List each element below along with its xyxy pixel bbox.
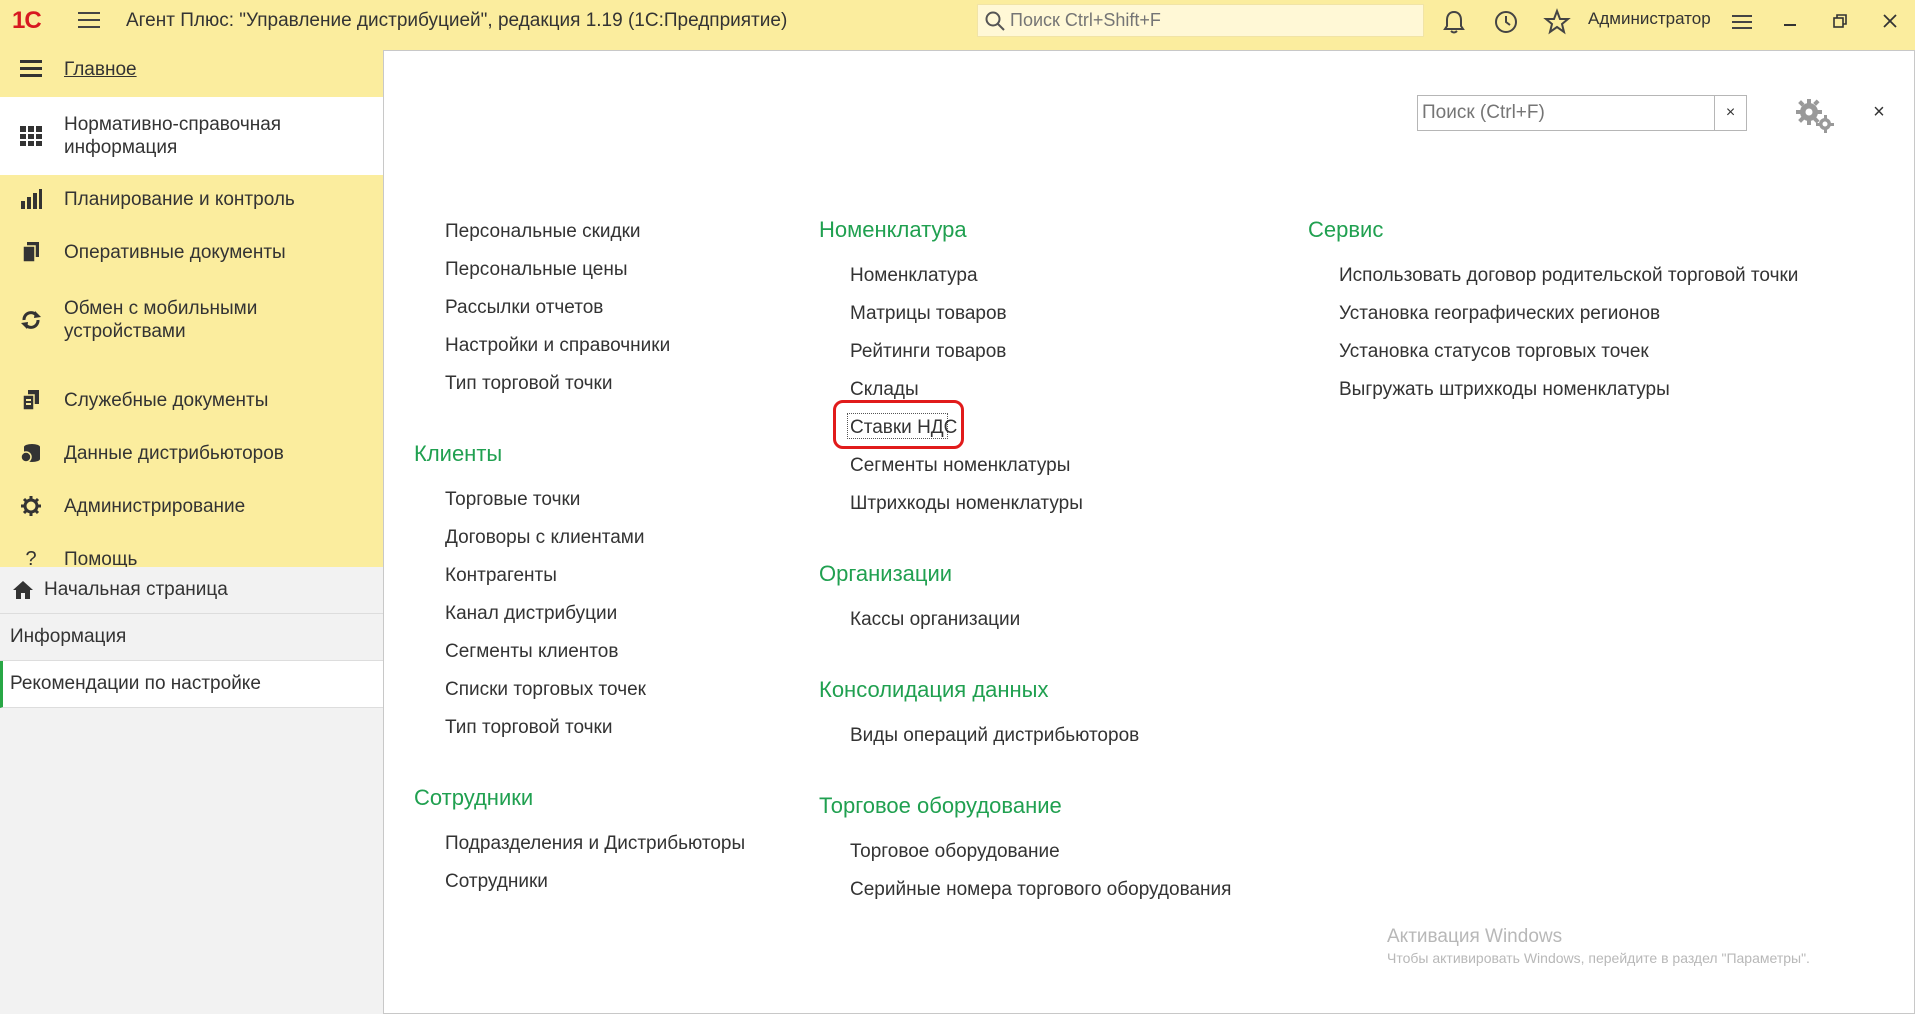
- section-label: Служебные документы: [64, 389, 269, 411]
- group-title-organizations: Организации: [819, 561, 953, 586]
- link-outlet-type[interactable]: Тип торговой точки: [445, 373, 612, 395]
- link-nomenclature[interactable]: Номенклатура: [850, 265, 978, 287]
- section-reference-info[interactable]: Нормативно-справочная информация: [0, 97, 383, 175]
- content-search-field[interactable]: ×: [1417, 95, 1747, 131]
- section-label: Обмен с мобильными устройствами: [64, 298, 258, 342]
- link-export-nomenclature-barcodes[interactable]: Выгружать штрихкоды номенклатуры: [1339, 379, 1670, 401]
- main-menu-icon[interactable]: [78, 12, 100, 30]
- setup-recommendations-link[interactable]: Рекомендации по настройке: [0, 661, 383, 708]
- section-label: Данные дистрибьюторов: [64, 442, 284, 464]
- content-panel: × × Персональные скидки Персональные цен…: [383, 50, 1915, 1014]
- section-administration[interactable]: Администрирование: [0, 485, 383, 527]
- sync-icon: [18, 307, 44, 333]
- link-client-contracts[interactable]: Договоры с клиентами: [445, 527, 644, 549]
- link-set-outlet-statuses[interactable]: Установка статусов торговых точек: [1339, 341, 1649, 363]
- link-nomenclature-segments[interactable]: Сегменты номенклатуры: [850, 455, 1070, 477]
- section-label: Оперативные документы: [64, 241, 286, 263]
- link-client-segments[interactable]: Сегменты клиентов: [445, 641, 618, 663]
- home-icon: [12, 579, 34, 601]
- link-set-geographic-regions[interactable]: Установка географических регионов: [1339, 303, 1660, 325]
- section-service-docs[interactable]: Служебные документы: [0, 379, 383, 421]
- link-counterparties[interactable]: Контрагенты: [445, 565, 557, 587]
- link-outlets[interactable]: Торговые точки: [445, 489, 580, 511]
- star-icon[interactable]: [1543, 8, 1571, 36]
- close-panel-button[interactable]: ×: [1867, 100, 1891, 124]
- content-search-input[interactable]: [1422, 102, 1712, 124]
- chart-icon: [18, 186, 44, 212]
- link-warehouses[interactable]: Склады: [850, 379, 919, 401]
- group-title-trade-equipment: Торговое оборудование: [819, 793, 1062, 818]
- home-page-label: Начальная страница: [44, 579, 228, 600]
- panel-settings-icon[interactable]: [1793, 95, 1837, 135]
- information-label: Информация: [10, 626, 127, 647]
- documents-icon: [18, 239, 44, 265]
- user-name[interactable]: Администратор: [1588, 9, 1711, 29]
- section-planning[interactable]: Планирование и контроль: [0, 178, 383, 220]
- menu-lines-icon: [18, 56, 44, 82]
- link-outlet-lists[interactable]: Списки торговых точек: [445, 679, 646, 701]
- gear-icon: [18, 493, 44, 519]
- service-docs-icon: [18, 387, 44, 413]
- bell-icon[interactable]: [1440, 8, 1468, 36]
- database-icon: [18, 440, 44, 466]
- link-report-mailings[interactable]: Рассылки отчетов: [445, 297, 603, 319]
- windows-activation-title: Активация Windows: [1387, 926, 1563, 947]
- information-link[interactable]: Информация: [0, 614, 383, 661]
- link-distributor-operation-types[interactable]: Виды операций дистрибьюторов: [850, 725, 1139, 747]
- link-organization-cash-desks[interactable]: Кассы организации: [850, 609, 1020, 631]
- link-employees[interactable]: Сотрудники: [445, 871, 548, 893]
- section-label: Главное: [64, 58, 137, 80]
- group-title-service: Сервис: [1308, 217, 1384, 242]
- link-outlet-type-2[interactable]: Тип торговой точки: [445, 717, 612, 739]
- link-use-parent-outlet-contract[interactable]: Использовать договор родительской торгов…: [1339, 265, 1798, 287]
- function-panel: Начальная страница Информация Рекомендац…: [0, 567, 383, 1014]
- link-departments-distributors[interactable]: Подразделения и Дистрибьюторы: [445, 833, 745, 855]
- close-window-button[interactable]: [1876, 8, 1904, 34]
- link-product-matrices[interactable]: Матрицы товаров: [850, 303, 1007, 325]
- section-label: Планирование и контроль: [64, 188, 295, 210]
- table-icon: [18, 123, 44, 149]
- section-label: Нормативно-справочная информация: [64, 114, 282, 158]
- app-title: Агент Плюс: "Управление дистрибуцией", р…: [126, 10, 788, 31]
- global-search-input[interactable]: [1010, 10, 1410, 31]
- global-search-field[interactable]: [977, 4, 1424, 37]
- link-vat-rates[interactable]: Ставки НДС: [850, 417, 957, 439]
- group-title-employees: Сотрудники: [414, 785, 534, 810]
- home-page-link[interactable]: Начальная страница: [0, 567, 383, 614]
- group-title-data-consolidation: Консолидация данных: [819, 677, 1049, 702]
- clear-search-button[interactable]: ×: [1714, 96, 1746, 130]
- link-settings-and-catalogs[interactable]: Настройки и справочники: [445, 335, 670, 357]
- group-title-clients: Клиенты: [414, 441, 503, 466]
- section-label: Администрирование: [64, 495, 246, 517]
- section-main[interactable]: Главное: [0, 48, 383, 90]
- link-trade-equipment[interactable]: Торговое оборудование: [850, 841, 1060, 863]
- settings-menu-icon[interactable]: [1728, 8, 1756, 36]
- link-product-ratings[interactable]: Рейтинги товаров: [850, 341, 1006, 363]
- section-operational-docs[interactable]: Оперативные документы: [0, 231, 383, 273]
- restore-button[interactable]: [1826, 8, 1854, 34]
- group-title-nomenclature: Номенклатура: [819, 217, 967, 242]
- title-bar: 1С Агент Плюс: "Управление дистрибуцией"…: [0, 0, 1915, 42]
- app-logo: 1С: [12, 7, 42, 34]
- link-personal-discounts[interactable]: Персональные скидки: [445, 221, 641, 243]
- link-equipment-serial-numbers[interactable]: Серийные номера торгового оборудования: [850, 879, 1231, 901]
- minimize-button[interactable]: [1776, 8, 1804, 34]
- search-icon: [984, 10, 1006, 32]
- windows-activation-hint: Чтобы активировать Windows, перейдите в …: [1387, 950, 1810, 966]
- section-distributor-data[interactable]: Данные дистрибьюторов: [0, 432, 383, 474]
- setup-recommendations-label: Рекомендации по настройке: [10, 673, 261, 694]
- link-nomenclature-barcodes[interactable]: Штрихкоды номенклатуры: [850, 493, 1083, 515]
- link-personal-prices[interactable]: Персональные цены: [445, 259, 628, 281]
- link-distribution-channel[interactable]: Канал дистрибуции: [445, 603, 617, 625]
- history-icon[interactable]: [1492, 8, 1520, 36]
- section-mobile-exchange[interactable]: Обмен с мобильными устройствами: [0, 285, 383, 355]
